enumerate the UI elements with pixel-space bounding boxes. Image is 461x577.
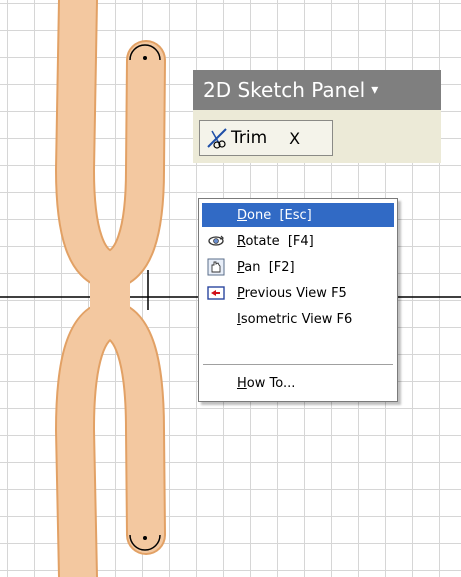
menu-separator xyxy=(203,364,393,365)
rotate-icon xyxy=(205,231,227,251)
panel-title: 2D Sketch Panel xyxy=(203,78,366,102)
trim-label: Trim xyxy=(231,128,268,148)
context-menu: Done [Esc] Rotate [F4] Pan [F2] Previous… xyxy=(198,198,398,402)
lower-slot-fill xyxy=(57,302,164,577)
sketch-panel-header[interactable]: 2D Sketch Panel ▾ xyxy=(193,70,441,110)
menu-item-isometric-view[interactable]: Isometric View F6 xyxy=(202,307,394,331)
blank-icon xyxy=(205,309,227,329)
bottom-point xyxy=(143,536,147,540)
slot-profile xyxy=(55,0,166,577)
menu-item-done[interactable]: Done [Esc] xyxy=(202,203,394,227)
trim-button[interactable]: Trim X xyxy=(199,120,333,156)
blank-icon xyxy=(205,205,227,225)
trim-icon xyxy=(206,127,228,149)
chevron-down-icon[interactable]: ▾ xyxy=(371,82,378,98)
blank-icon xyxy=(205,373,227,393)
menu-item-previous-view[interactable]: Previous View F5 xyxy=(202,281,394,305)
close-icon[interactable]: X xyxy=(289,129,300,148)
menu-item-rotate[interactable]: Rotate [F4] xyxy=(202,229,394,253)
top-point xyxy=(143,56,147,60)
previous-view-icon xyxy=(205,283,227,303)
upper-slot-fill xyxy=(57,0,164,288)
menu-item-pan[interactable]: Pan [F2] xyxy=(202,255,394,279)
menu-item-how-to[interactable]: How To... xyxy=(202,371,394,395)
pan-icon xyxy=(205,257,227,277)
